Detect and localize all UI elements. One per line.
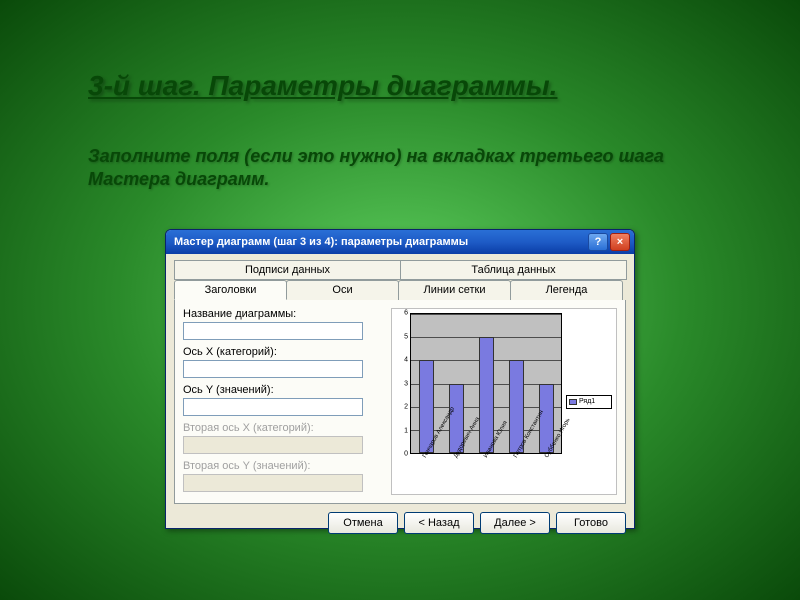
- back-button[interactable]: < Назад: [404, 512, 474, 534]
- dialog-buttons: Отмена < Назад Далее > Готово: [166, 504, 634, 542]
- input-chart-title[interactable]: [183, 322, 363, 340]
- tabs-row-bottom: Заголовки Оси Линии сетки Легенда: [174, 280, 626, 300]
- legend-label: Ряд1: [579, 398, 595, 405]
- input-x-axis[interactable]: [183, 360, 363, 378]
- label-y-axis: Ось Y (значений):: [183, 384, 383, 396]
- legend-swatch: [569, 399, 577, 405]
- chart-area: 0123456 Гончаров АлександрДудоревич Анна…: [396, 313, 562, 490]
- tabs-row-top: Подписи данных Таблица данных: [174, 260, 626, 280]
- tab-data-table[interactable]: Таблица данных: [400, 260, 627, 280]
- input-x2-axis: [183, 436, 363, 454]
- chart-wizard-dialog: Мастер диаграмм (шаг 3 из 4): параметры …: [165, 229, 635, 529]
- label-chart-title: Название диаграммы:: [183, 308, 383, 320]
- tab-axes[interactable]: Оси: [286, 280, 399, 300]
- label-y2-axis: Вторая ось Y (значений):: [183, 460, 383, 472]
- label-x-axis: Ось X (категорий):: [183, 346, 383, 358]
- legend: Ряд1: [566, 395, 612, 409]
- help-button[interactable]: ?: [588, 233, 608, 251]
- titlebar[interactable]: Мастер диаграмм (шаг 3 из 4): параметры …: [166, 230, 634, 254]
- input-y2-axis: [183, 474, 363, 492]
- close-button[interactable]: ×: [610, 233, 630, 251]
- cancel-button[interactable]: Отмена: [328, 512, 398, 534]
- fields-column: Название диаграммы: Ось X (категорий): О…: [183, 308, 383, 495]
- tab-titles[interactable]: Заголовки: [174, 280, 287, 300]
- x-axis-labels: Гончаров АлександрДудоревич АннаИванова …: [410, 454, 562, 490]
- tab-panel: Название диаграммы: Ось X (категорий): О…: [174, 300, 626, 504]
- tab-legend[interactable]: Легенда: [510, 280, 623, 300]
- slide-subtitle: Заполните поля (если это нужно) на вклад…: [88, 145, 708, 190]
- label-x2-axis: Вторая ось X (категорий):: [183, 422, 383, 434]
- chart-preview: 0123456 Гончаров АлександрДудоревич Анна…: [391, 308, 617, 495]
- dialog-title: Мастер диаграмм (шаг 3 из 4): параметры …: [174, 236, 586, 248]
- y-axis: 0123456: [396, 313, 410, 454]
- tab-data-labels[interactable]: Подписи данных: [174, 260, 401, 280]
- tab-gridlines[interactable]: Линии сетки: [398, 280, 511, 300]
- slide-title: 3-й шаг. Параметры диаграммы.: [88, 70, 557, 102]
- finish-button[interactable]: Готово: [556, 512, 626, 534]
- input-y-axis[interactable]: [183, 398, 363, 416]
- next-button[interactable]: Далее >: [480, 512, 550, 534]
